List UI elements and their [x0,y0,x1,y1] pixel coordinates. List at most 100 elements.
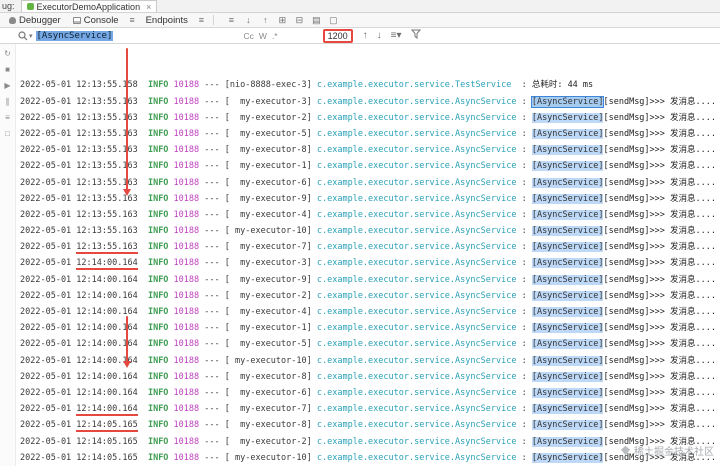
resume-icon[interactable]: ▶ [2,81,14,90]
close-tab-icon[interactable]: × [146,2,151,12]
log-logger: c.example.executor.service.AsyncService [316,96,517,107]
log-thread: [ my-executor-3] [224,258,317,269]
log-level: INFO [137,404,169,415]
log-logger: c.example.executor.service.TestService [316,80,517,91]
log-thread: [ my-executor-7] [224,242,317,253]
next-occurrence-icon[interactable]: ↓ [374,30,385,41]
log-message: [sendMsg]>>> 发消息.... [603,323,716,334]
log-message: [sendMsg]>>> 发消息.... [603,290,716,301]
log-colon: : [516,371,532,382]
search-match: [AsyncService] [530,95,605,108]
log-logger: c.example.executor.service.AsyncService [316,145,517,156]
log-message: [sendMsg]>>> 发消息.... [603,274,716,285]
prev-occurrence-icon[interactable]: ↑ [360,30,371,41]
tab-debugger[interactable]: Debugger [4,13,66,27]
filter-icon[interactable] [408,29,424,42]
log-pid: 10188 [168,80,200,91]
app-icon [26,3,34,10]
log-thread: [ my-executor-10] [224,355,317,366]
search-history-caret-icon[interactable]: ▾ [29,32,33,40]
log-pid: 10188 [168,290,200,301]
regex-toggle[interactable]: .* [272,31,278,41]
log-message: [sendMsg]>>> 发消息.... [603,371,716,382]
expand-all-icon[interactable]: ⊞ [276,15,289,25]
log-line: 2022-05-01 12:13:55.158 INFO 10188 --- [… [20,77,720,93]
log-message: [sendMsg]>>> 发消息.... [603,112,716,123]
stop-icon[interactable]: ■ [2,65,14,74]
log-logger: c.example.executor.service.AsyncService [316,226,517,237]
rerun-icon[interactable]: ↻ [2,49,14,58]
log-message: [sendMsg]>>> 发消息.... [603,387,716,398]
log-message: [sendMsg]>>> 发消息.... [603,128,716,139]
run-tab[interactable]: ExecutorDemoApplication × [20,0,158,12]
log-logger: c.example.executor.service.AsyncService [316,290,517,301]
search-options-icon[interactable]: ≡▾ [388,30,405,41]
log-colon: : [516,193,532,204]
log-time: 12:13:55.163 [76,209,138,220]
layout-options-icon[interactable]: ≡ [126,15,139,25]
endpoints-options-icon[interactable]: ≡ [195,15,208,25]
match-case-toggle[interactable]: Cc [244,31,254,41]
search-icon[interactable]: ▾ [18,30,33,41]
log-separator: --- [199,128,225,139]
search-input[interactable]: [AsyncService] [35,29,241,42]
log-line: 2022-05-01 12:13:55.163 INFO 10188 --- [… [20,126,720,142]
console-output[interactable]: 2022-05-01 12:13:55.158 INFO 10188 --- [… [16,44,720,466]
log-date: 2022-05-01 [20,274,77,285]
log-line: 2022-05-01 12:14:00.164 INFO 10188 --- [… [20,272,720,288]
log-level: INFO [137,80,169,91]
log-message: [sendMsg]>>> 发消息.... [603,404,716,415]
settings-icon[interactable]: □ [2,129,14,138]
log-thread: [ my-executor-1] [224,161,317,172]
search-match: [AsyncService] [531,161,604,172]
search-query: [AsyncService] [35,30,114,41]
log-pid: 10188 [168,355,200,366]
log-logger: c.example.executor.service.AsyncService [316,371,517,382]
log-line: 2022-05-01 12:13:55.163 INFO 10188 --- [… [20,239,720,255]
log-line: 2022-05-01 12:14:00.164 INFO 10188 --- [… [20,336,720,352]
log-line: 2022-05-01 12:14:00.164 INFO 10188 --- [… [20,288,720,304]
log-time: 12:14:05.165 [76,420,138,431]
log-message: [sendMsg]>>> 发消息.... [603,436,716,447]
log-date: 2022-05-01 [20,452,77,463]
tab-debugger-label: Debugger [19,14,61,26]
log-date: 2022-05-01 [20,226,77,237]
log-thread: [ my-executor-1] [224,323,317,334]
scroll-to-top-icon[interactable]: ↑ [259,15,272,25]
log-time: 12:13:55.163 [76,128,138,139]
log-separator: --- [199,339,225,350]
log-pid: 10188 [168,274,200,285]
mute-breakpoints-icon[interactable]: ≡ [2,113,14,122]
log-thread: [ my-executor-9] [224,193,317,204]
search-match: [AsyncService] [531,177,604,188]
log-logger: c.example.executor.service.AsyncService [316,177,517,188]
log-colon: : [516,274,532,285]
tab-endpoints[interactable]: Endpoints [141,13,193,27]
log-thread: [ my-executor-5] [224,128,317,139]
tab-console[interactable]: Console [68,13,124,27]
log-level: INFO [137,193,169,204]
log-time: 12:14:00.164 [76,355,138,366]
print-icon[interactable]: ▤ [310,15,323,25]
collapse-all-icon[interactable]: ⊟ [293,15,306,25]
words-toggle[interactable]: W [259,31,267,41]
log-colon: : [516,161,532,172]
clear-all-icon[interactable]: ▢ [327,15,340,25]
log-separator: --- [199,258,225,269]
log-message: [sendMsg]>>> 发消息.... [603,226,716,237]
log-pid: 10188 [168,452,200,463]
log-time: 12:13:55.163 [76,242,138,253]
log-logger: c.example.executor.service.AsyncService [316,161,517,172]
soft-wrap-icon[interactable]: ≡ [225,15,238,25]
pause-icon[interactable]: ∥ [2,97,14,106]
search-match: [AsyncService] [531,404,604,415]
log-logger: c.example.executor.service.AsyncService [316,436,517,447]
scroll-to-end-icon[interactable]: ↓ [242,15,255,25]
log-separator: --- [199,307,225,318]
search-match: [AsyncService] [531,323,604,334]
log-date: 2022-05-01 [20,177,77,188]
log-thread: [ my-executor-3] [224,96,317,107]
log-time: 12:13:55.163 [76,161,138,172]
log-level: INFO [137,274,169,285]
search-match: [AsyncService] [531,274,604,285]
